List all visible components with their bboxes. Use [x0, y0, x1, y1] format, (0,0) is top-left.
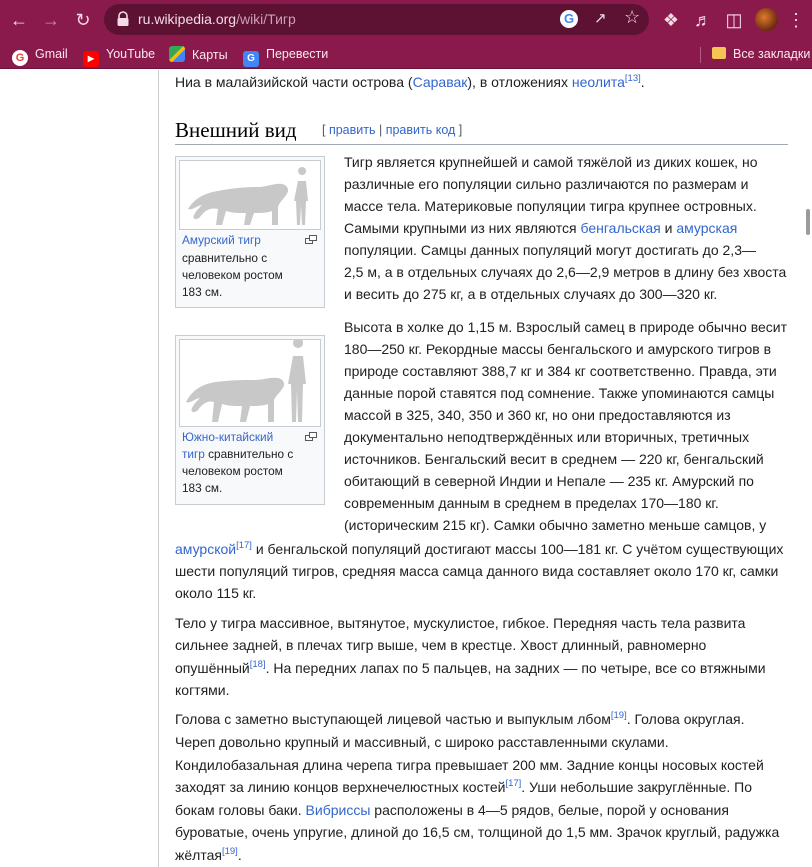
- paragraph-line: массой в 325, 340, 350 и 360 кг, но они …: [344, 407, 731, 423]
- maps-icon: [169, 46, 185, 62]
- figure-caption-line: тигр сравнительно с: [182, 447, 294, 461]
- figure-caption-line: человеком ростом: [182, 464, 283, 478]
- edit-source-link[interactable]: править код: [386, 123, 456, 137]
- media-control-icon[interactable]: ♬: [692, 9, 714, 31]
- paragraph-line: и весить до 275 кг, а в отдельных случая…: [344, 286, 718, 302]
- article-viewport: Ниа в малайзийской части острова (Сарава…: [0, 70, 812, 867]
- figure-amur-tiger: Амурский тигр сравнительно с человеком р…: [175, 156, 325, 308]
- paragraph-line: Самыми крупными из них являются бенгальс…: [344, 220, 738, 236]
- paragraph-line: массе тела. Материковые популяции тигра …: [344, 198, 757, 214]
- paragraph-line: сильнее задней, в плечах тигр выше, чем …: [175, 637, 707, 653]
- bookmark-star-icon[interactable]: ☆: [624, 7, 640, 28]
- intro-line: Ниа в малайзийской части острова (Сарава…: [175, 73, 645, 90]
- paragraph-line: жёлтая[19].: [175, 846, 242, 863]
- ref-17[interactable]: [17]: [505, 778, 521, 789]
- paragraph-line: документально неподтверждённых или втори…: [344, 429, 750, 445]
- bookmarks-divider: [700, 47, 701, 63]
- address-bar[interactable]: ru.wikipedia.org/wiki/Тигр G ↗ ☆: [104, 4, 649, 35]
- figure-caption-line: 183 см.: [182, 481, 223, 495]
- paragraph-line: популяции. Самцы данных популяций могут …: [344, 242, 756, 258]
- profile-avatar[interactable]: [755, 8, 778, 31]
- figure-south-china-tiger: Южно-китайский тигр сравнительно с челов…: [175, 335, 325, 505]
- enlarge-icon[interactable]: [305, 235, 317, 244]
- bookmark-gmail[interactable]: G Gmail: [12, 46, 68, 66]
- paragraph-line: данные порой ставятся под сомнение. Такж…: [344, 385, 775, 401]
- link-amur-tiger[interactable]: Амурский тигр: [182, 233, 261, 247]
- url-text[interactable]: ru.wikipedia.org/wiki/Тигр: [138, 11, 296, 27]
- extensions-icon[interactable]: ❖: [660, 9, 682, 31]
- reload-icon[interactable]: ↻: [72, 9, 94, 31]
- ref-13[interactable]: [13]: [625, 73, 641, 84]
- ref-17[interactable]: [17]: [236, 540, 252, 551]
- menu-kebab-icon[interactable]: ⋮: [785, 9, 807, 31]
- paragraph-line: опушённый[18]. На передних лапах по 5 па…: [175, 659, 766, 676]
- google-lens-icon[interactable]: G: [560, 10, 578, 28]
- section-heading: Внешний вид: [175, 118, 297, 142]
- translate-icon: G: [243, 51, 259, 67]
- folder-icon: [712, 47, 726, 59]
- paragraph-line: когтями.: [175, 682, 230, 698]
- figure-caption-line: 183 см.: [182, 285, 223, 299]
- bookmark-youtube[interactable]: ▶ YouTube: [83, 46, 155, 67]
- edit-link[interactable]: править: [329, 123, 376, 137]
- link-south-china-tiger-cont[interactable]: тигр: [182, 447, 205, 461]
- paragraph-line: Кондилобазальная длина черепа тигра прев…: [175, 757, 764, 773]
- bookmarks-bar: G Gmail ▶ YouTube Карты G Перевести Все зак…: [0, 39, 812, 69]
- figure-caption-line: Амурский тигр: [182, 232, 261, 249]
- paragraph-line: около 115 кг.: [175, 585, 257, 601]
- paragraph-line: различные его популяции сильно различают…: [344, 176, 749, 192]
- enlarge-icon[interactable]: [305, 432, 317, 441]
- paragraph-line: 180—250 кг. Рекордные массы бенгальского…: [344, 341, 772, 357]
- scrollbar-thumb[interactable]: [806, 209, 810, 235]
- paragraph-line: 2,5 м, а в отдельных случаях до 2,6—2,9 …: [344, 264, 787, 280]
- link-neolit[interactable]: неолита: [572, 74, 625, 90]
- ref-18[interactable]: [18]: [250, 659, 266, 670]
- figure-caption-line: Южно-китайский: [182, 429, 273, 446]
- link-saravak[interactable]: Саравак: [413, 74, 468, 90]
- link-south-china-tiger[interactable]: Южно-китайский: [182, 430, 273, 444]
- paragraph-line: Тело у тигра массивное, вытянутое, муску…: [175, 615, 746, 631]
- figure-caption-line: сравнительно с: [182, 251, 268, 265]
- paragraph-line: буроватые, очень упругие, длиной до 16,5…: [175, 824, 780, 840]
- browser-toolbar: ← → ↻ ru.wikipedia.org/wiki/Тигр G ↗ ☆ ❖…: [0, 0, 812, 39]
- paragraph-line: Тигр является крупнейшей и самой тяжёлой…: [344, 154, 758, 170]
- bookmark-translate[interactable]: G Перевести: [243, 46, 328, 67]
- figure-image[interactable]: [179, 160, 321, 230]
- heading-underline: [175, 144, 788, 145]
- figure-image[interactable]: [179, 338, 321, 427]
- paragraph-line: Высота в холке до 1,15 м. Взрослый самец…: [344, 319, 787, 335]
- link-amur[interactable]: амурская: [676, 220, 737, 236]
- content-left-border: [158, 70, 159, 867]
- side-panel-icon[interactable]: ◫: [723, 9, 745, 31]
- all-bookmarks-folder[interactable]: Все закладки: [712, 46, 810, 63]
- paragraph-line: современным данным в среднем в пределах …: [344, 495, 719, 511]
- paragraph-line: природе составляют 388,7 кг и 384 кг соо…: [344, 363, 777, 379]
- link-amurskoy[interactable]: амурской: [175, 541, 236, 557]
- google-icon: G: [12, 50, 28, 66]
- paragraph-line: источников. Бенгальский весит в среднем …: [344, 451, 764, 467]
- paragraph-line: обитающий в северной Индии и Непале — 23…: [344, 473, 754, 489]
- ref-19[interactable]: [19]: [222, 846, 238, 857]
- link-bengal[interactable]: бенгальская: [580, 220, 660, 236]
- back-arrow-icon[interactable]: ←: [8, 9, 30, 31]
- share-icon[interactable]: ↗: [594, 9, 607, 27]
- paragraph-line: шести популяций тигров, средняя масса са…: [175, 563, 779, 579]
- link-vibrissy[interactable]: Вибриссы: [306, 802, 371, 818]
- bookmark-maps[interactable]: Карты: [169, 46, 228, 63]
- forward-arrow-icon[interactable]: →: [40, 9, 62, 31]
- paragraph-line: амурской[17] и бенгальской популяций дос…: [175, 540, 784, 557]
- figure-caption-line: человеком ростом: [182, 268, 283, 282]
- ref-19[interactable]: [19]: [611, 710, 627, 721]
- site-info-icon[interactable]: [116, 11, 130, 27]
- youtube-icon: ▶: [83, 51, 99, 67]
- paragraph-line: заходят за линию концов верхнечелюстных …: [175, 778, 752, 795]
- paragraph-line: (историческим 215 кг). Самки обычно заме…: [344, 517, 767, 533]
- tiger-silhouette-icon: [188, 167, 308, 225]
- tiger-silhouette-icon: [186, 338, 306, 422]
- paragraph-line: бокам головы баки. Вибриссы расположены …: [175, 802, 729, 818]
- paragraph-line: Череп довольно крупный и массивный, с ши…: [175, 734, 669, 750]
- paragraph-line: Голова с заметно выступающей лицевой час…: [175, 710, 745, 727]
- section-edit-links: [ править | править код ]: [322, 123, 463, 137]
